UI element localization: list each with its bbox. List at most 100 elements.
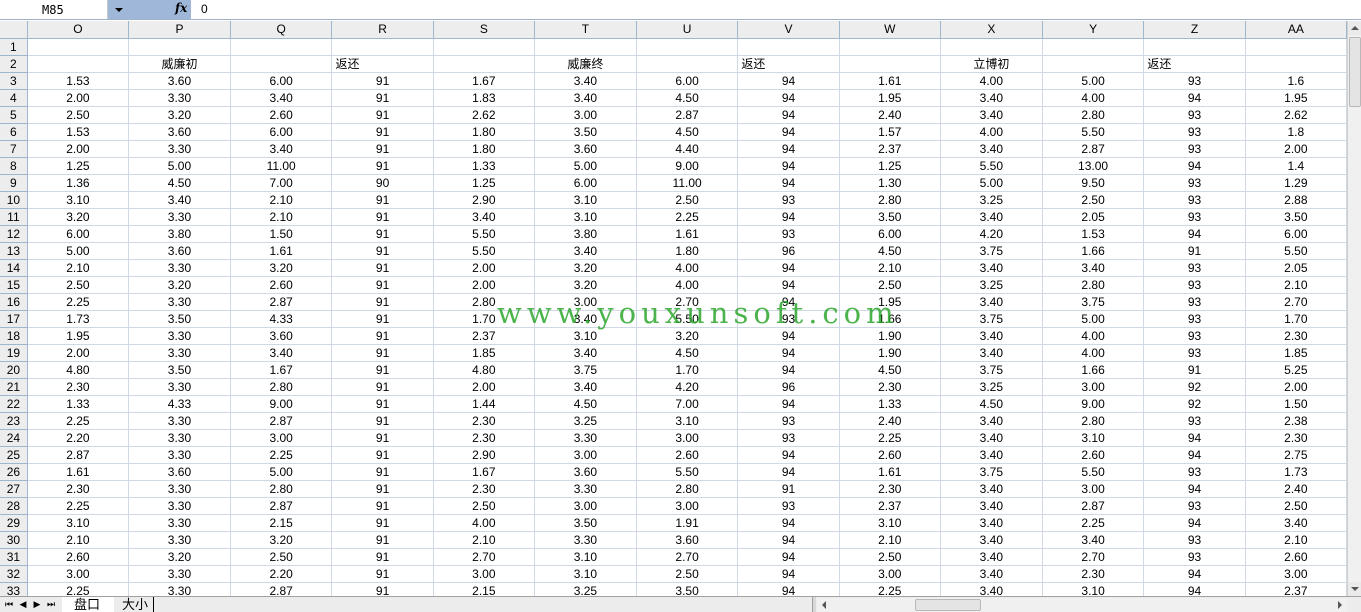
cell-u21[interactable]: 4.20	[636, 378, 739, 396]
row-header[interactable]: 11	[0, 208, 28, 226]
cell-y18[interactable]: 4.00	[1042, 327, 1145, 345]
cell-y7[interactable]: 2.87	[1042, 140, 1145, 158]
cell-x30[interactable]: 3.40	[940, 531, 1043, 549]
cell-p3[interactable]: 3.60	[128, 72, 231, 90]
cell-x6[interactable]: 4.00	[940, 123, 1043, 141]
cell-v2[interactable]: 返还	[737, 55, 840, 73]
cell-u27[interactable]: 2.80	[636, 480, 739, 498]
cell-aa23[interactable]: 2.38	[1245, 412, 1347, 430]
cell-q4[interactable]: 3.40	[230, 89, 333, 107]
cell-u19[interactable]: 4.50	[636, 344, 739, 362]
cell-x5[interactable]: 3.40	[940, 106, 1043, 124]
cell-q30[interactable]: 3.20	[230, 531, 333, 549]
row-header[interactable]: 13	[0, 242, 28, 260]
cell-r18[interactable]: 91	[331, 327, 434, 345]
cell-x1[interactable]	[940, 38, 1043, 56]
cell-r30[interactable]: 91	[331, 531, 434, 549]
cell-q27[interactable]: 2.80	[230, 480, 333, 498]
cell-p9[interactable]: 4.50	[128, 174, 231, 192]
cell-w4[interactable]: 1.95	[839, 89, 941, 107]
cell-t21[interactable]: 3.40	[534, 378, 637, 396]
cell-p18[interactable]: 3.30	[128, 327, 231, 345]
cell-t30[interactable]: 3.30	[534, 531, 637, 549]
cell-r27[interactable]: 91	[331, 480, 434, 498]
cell-u12[interactable]: 1.61	[636, 225, 739, 243]
cell-aa22[interactable]: 1.50	[1245, 395, 1347, 413]
cell-p21[interactable]: 3.30	[128, 378, 231, 396]
cell-o4[interactable]: 2.00	[27, 89, 130, 107]
row-header[interactable]: 1	[0, 38, 28, 56]
row-header[interactable]: 3	[0, 72, 28, 90]
cell-y8[interactable]: 13.00	[1042, 157, 1145, 175]
cell-v18[interactable]: 94	[737, 327, 840, 345]
cell-z22[interactable]: 92	[1143, 395, 1246, 413]
cell-x2[interactable]: 立博初	[940, 55, 1043, 73]
cell-o5[interactable]: 2.50	[27, 106, 130, 124]
cell-v1[interactable]	[737, 38, 840, 56]
cell-x7[interactable]: 3.40	[940, 140, 1043, 158]
cell-u29[interactable]: 1.91	[636, 514, 739, 532]
row-header[interactable]: 8	[0, 157, 28, 175]
cell-p11[interactable]: 3.30	[128, 208, 231, 226]
cell-t11[interactable]: 3.10	[534, 208, 637, 226]
select-all-corner[interactable]	[0, 21, 28, 39]
cell-s10[interactable]: 2.90	[433, 191, 535, 209]
cell-z4[interactable]: 94	[1143, 89, 1246, 107]
cell-o19[interactable]: 2.00	[27, 344, 130, 362]
cell-q29[interactable]: 2.15	[230, 514, 333, 532]
cell-aa4[interactable]: 1.95	[1245, 89, 1347, 107]
row-header[interactable]: 4	[0, 89, 28, 107]
cell-aa31[interactable]: 2.60	[1245, 548, 1347, 566]
cell-q5[interactable]: 2.60	[230, 106, 333, 124]
cell-t1[interactable]	[534, 38, 637, 56]
cell-s2[interactable]	[433, 55, 535, 73]
cell-w13[interactable]: 4.50	[839, 242, 941, 260]
cell-aa7[interactable]: 2.00	[1245, 140, 1347, 158]
cell-v14[interactable]: 94	[737, 259, 840, 277]
column-header-t[interactable]: T	[534, 21, 637, 39]
cell-aa15[interactable]: 2.10	[1245, 276, 1347, 294]
cell-y23[interactable]: 2.80	[1042, 412, 1145, 430]
cell-p28[interactable]: 3.30	[128, 497, 231, 515]
cell-p20[interactable]: 3.50	[128, 361, 231, 379]
cell-aa18[interactable]: 2.30	[1245, 327, 1347, 345]
cell-u32[interactable]: 2.50	[636, 565, 739, 583]
cell-x13[interactable]: 3.75	[940, 242, 1043, 260]
cell-v29[interactable]: 94	[737, 514, 840, 532]
cell-y6[interactable]: 5.50	[1042, 123, 1145, 141]
cell-y4[interactable]: 4.00	[1042, 89, 1145, 107]
scroll-down-arrow-icon[interactable]	[1348, 582, 1361, 596]
cell-o3[interactable]: 1.53	[27, 72, 130, 90]
cell-s20[interactable]: 4.80	[433, 361, 535, 379]
cell-q12[interactable]: 1.50	[230, 225, 333, 243]
cell-w14[interactable]: 2.10	[839, 259, 941, 277]
cell-s4[interactable]: 1.83	[433, 89, 535, 107]
cell-w30[interactable]: 2.10	[839, 531, 941, 549]
column-header-w[interactable]: W	[839, 21, 941, 39]
cell-y15[interactable]: 2.80	[1042, 276, 1145, 294]
cell-aa2[interactable]	[1245, 55, 1347, 73]
cell-q14[interactable]: 3.20	[230, 259, 333, 277]
cell-s3[interactable]: 1.67	[433, 72, 535, 90]
cell-z18[interactable]: 93	[1143, 327, 1246, 345]
cell-aa5[interactable]: 2.62	[1245, 106, 1347, 124]
cell-t31[interactable]: 3.10	[534, 548, 637, 566]
cell-s17[interactable]: 1.70	[433, 310, 535, 328]
cell-q6[interactable]: 6.00	[230, 123, 333, 141]
cell-o11[interactable]: 3.20	[27, 208, 130, 226]
horizontal-scrollbar[interactable]	[817, 598, 1347, 612]
cell-p4[interactable]: 3.30	[128, 89, 231, 107]
cell-t5[interactable]: 3.00	[534, 106, 637, 124]
cell-v24[interactable]: 93	[737, 429, 840, 447]
cell-y11[interactable]: 2.05	[1042, 208, 1145, 226]
name-box[interactable]: M85	[0, 0, 108, 19]
cell-u15[interactable]: 4.00	[636, 276, 739, 294]
cell-p26[interactable]: 3.60	[128, 463, 231, 481]
cell-x12[interactable]: 4.20	[940, 225, 1043, 243]
cell-p14[interactable]: 3.30	[128, 259, 231, 277]
row-header[interactable]: 12	[0, 225, 28, 243]
cell-w15[interactable]: 2.50	[839, 276, 941, 294]
row-header[interactable]: 24	[0, 429, 28, 447]
cell-s24[interactable]: 2.30	[433, 429, 535, 447]
cell-o7[interactable]: 2.00	[27, 140, 130, 158]
